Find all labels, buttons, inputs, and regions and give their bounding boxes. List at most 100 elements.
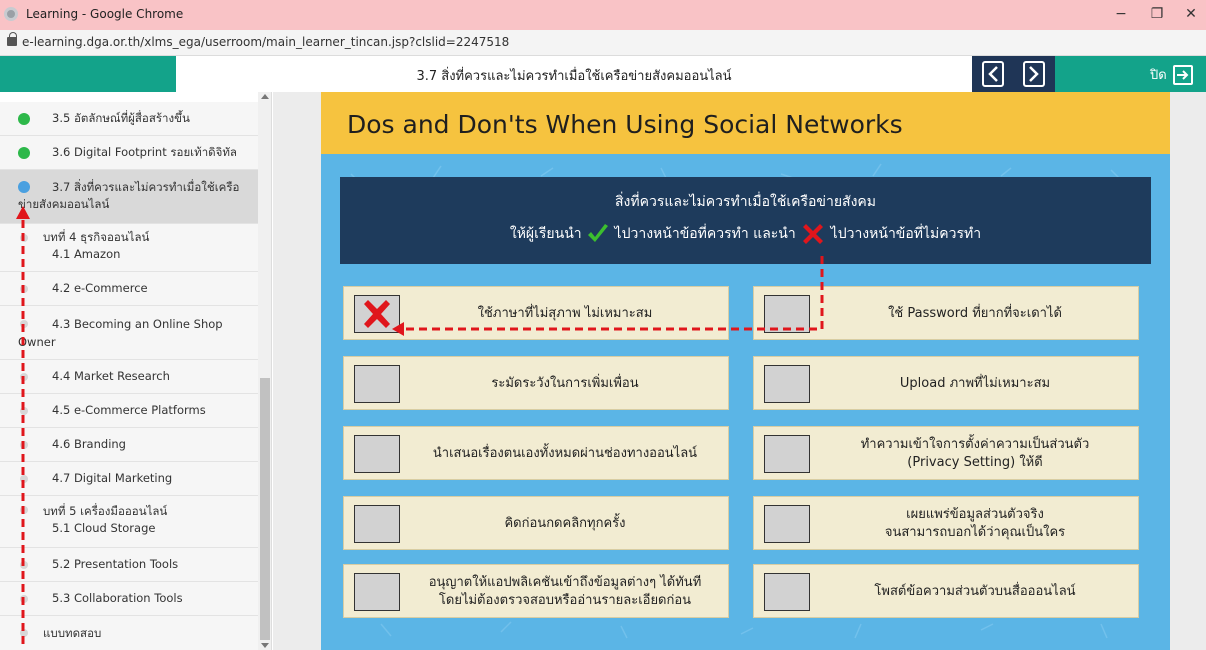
completed-status-icon: [18, 147, 30, 159]
drop-target-box[interactable]: [354, 295, 400, 333]
sidebar-item-4-7[interactable]: 4.7 Digital Marketing: [0, 462, 258, 496]
drop-target-box[interactable]: [764, 365, 810, 403]
statement-card[interactable]: อนุญาตให้แอปพลิเคชันเข้าถึงข้อมูลต่างๆ ไ…: [343, 564, 729, 618]
close-course-button[interactable]: ปิด: [1150, 64, 1193, 85]
statement-card[interactable]: คิดก่อนกดคลิกทุกครั้ง: [343, 496, 729, 550]
sidebar-item-label: 3.5 อัตลักษณ์ที่ผู้สื่อสร้างขึ้น: [52, 111, 190, 125]
statement-card[interactable]: ใช้ภาษาที่ไม่สุภาพ ไม่เหมาะสม: [343, 286, 729, 340]
statement-card[interactable]: เผยแพร่ข้อมูลส่วนตัวจริง จนสามารถบอกได้ว…: [753, 496, 1139, 550]
pending-status-icon: [20, 373, 28, 381]
restore-button[interactable]: ❐: [1146, 5, 1168, 23]
sidebar-item-label: แบบทดสอบ: [43, 626, 102, 640]
sidebar-item-label-line2: Owner: [18, 335, 56, 349]
scroll-up-icon[interactable]: [261, 94, 269, 99]
sidebar-item-label-line2: 4.1 Amazon: [52, 247, 121, 261]
check-mark-icon[interactable]: [586, 222, 610, 246]
sidebar-item-4-4[interactable]: 4.4 Market Research: [0, 360, 258, 394]
sidebar-item-3-7[interactable]: 3.7 สิ่งที่ควรและไม่ควรทำเมื่อใช้เครือ ข…: [0, 170, 258, 224]
sidebar-item-label: บทที่ 4 ธุรกิจออนไลน์: [43, 230, 150, 244]
statement-line-2: โดยไม่ต้องตรวจสอบหรืออ่านรายละเอียดก่อน: [438, 593, 692, 608]
sidebar-chapter-5[interactable]: บทที่ 5 เครื่องมือออนไลน์ 5.1 Cloud Stor…: [0, 496, 258, 548]
course-header: 3.7 สิ่งที่ควรและไม่ควรทำเมื่อใช้เครือข่…: [0, 56, 1206, 92]
drop-target-box[interactable]: [354, 573, 400, 611]
minimize-button[interactable]: −: [1110, 5, 1132, 23]
next-lesson-button[interactable]: [1023, 61, 1046, 87]
lock-icon: [7, 32, 17, 46]
sidebar-scrollbar[interactable]: [258, 92, 271, 650]
sidebar-item-5-2[interactable]: 5.2 Presentation Tools: [0, 548, 258, 582]
scrollbar-thumb[interactable]: [260, 378, 270, 640]
sidebar-item-quiz[interactable]: แบบทดสอบ: [0, 616, 258, 650]
drop-target-box[interactable]: [354, 435, 400, 473]
statement-text: ระมัดระวังในการเพิ่มเพื่อน: [491, 376, 639, 391]
sidebar-item-4-2[interactable]: 4.2 e-Commerce: [0, 272, 258, 306]
statement-card[interactable]: ทำความเข้าใจการตั้งค่าความเป็นส่วนตัว (P…: [753, 426, 1139, 480]
statement-line-2: (Privacy Setting) ให้ดี: [907, 455, 1043, 470]
statement-text: คิดก่อนกดคลิกทุกครั้ง: [504, 516, 626, 531]
instruction-panel: สิ่งที่ควรและไม่ควรทำเมื่อใช้เครือข่ายสั…: [340, 177, 1151, 264]
statement-card[interactable]: Upload ภาพที่ไม่เหมาะสม: [753, 356, 1139, 410]
statement-card[interactable]: นำเสนอเรื่องตนเองทั้งหมดผ่านช่องทางออนไล…: [343, 426, 729, 480]
drop-target-box[interactable]: [764, 435, 810, 473]
sidebar-item-label: บทที่ 5 เครื่องมือออนไลน์: [43, 504, 168, 518]
url-text[interactable]: e-learning.dga.or.th/xlms_ega/userroom/m…: [22, 35, 509, 49]
close-course-label: ปิด: [1150, 68, 1167, 83]
scroll-down-icon[interactable]: [261, 643, 269, 648]
statement-card[interactable]: ระมัดระวังในการเพิ่มเพื่อน: [343, 356, 729, 410]
sidebar-item-3-5[interactable]: 3.5 อัตลักษณ์ที่ผู้สื่อสร้างขึ้น: [0, 102, 258, 136]
content-area: Dos and Don'ts When Using Social Network…: [273, 92, 1206, 650]
pending-status-icon: [20, 629, 28, 637]
sidebar-item-3-6[interactable]: 3.6 Digital Footprint รอยเท้าดิจิทัล: [0, 136, 258, 170]
drop-target-box[interactable]: [764, 573, 810, 611]
sidebar-item-5-3[interactable]: 5.3 Collaboration Tools: [0, 582, 258, 616]
sidebar-item-label: 5.2 Presentation Tools: [52, 557, 179, 571]
pending-status-icon: [20, 561, 28, 569]
x-mark-icon[interactable]: [800, 221, 826, 247]
statement-text: ใช้ภาษาที่ไม่สุภาพ ไม่เหมาะสม: [477, 306, 653, 321]
sidebar-item-4-6[interactable]: 4.6 Branding: [0, 428, 258, 462]
sidebar-item-label: 3.7 สิ่งที่ควรและไม่ควรทำเมื่อใช้เครือ: [52, 180, 240, 194]
instruction-part-1: ให้ผู้เรียนนำ: [509, 226, 582, 242]
activity-slide: Dos and Don'ts When Using Social Network…: [321, 92, 1170, 650]
pending-status-icon: [20, 320, 28, 328]
window-titlebar: Learning - Google Chrome − ❐ ✕: [0, 0, 1206, 30]
sidebar-item-label: 5.3 Collaboration Tools: [52, 591, 183, 605]
window-title: Learning - Google Chrome: [26, 7, 184, 21]
sidebar-item-label: 4.5 e-Commerce Platforms: [52, 403, 206, 417]
current-status-icon: [18, 181, 30, 193]
pending-status-icon: [20, 441, 28, 449]
statement-text: ทำความเข้าใจการตั้งค่าความเป็นส่วนตัว (P…: [820, 427, 1130, 481]
drop-target-box[interactable]: [764, 295, 810, 333]
sidebar-item-label: 3.6 Digital Footprint รอยเท้าดิจิทัล: [52, 145, 237, 159]
pending-status-icon: [20, 595, 28, 603]
instruction-text: ให้ผู้เรียนนำ ไปวางหน้าข้อที่ควรทำ และนำ…: [340, 221, 1151, 247]
sidebar-item-label-line2: 5.1 Cloud Storage: [52, 521, 156, 535]
prev-lesson-button[interactable]: [981, 61, 1004, 87]
sidebar-item-label-line2: ข่ายสังคมออนไลน์: [18, 197, 110, 211]
statement-card[interactable]: ใช้ Password ที่ยากที่จะเดาได้: [753, 286, 1139, 340]
drop-target-box[interactable]: [354, 505, 400, 543]
instruction-heading: สิ่งที่ควรและไม่ควรทำเมื่อใช้เครือข่ายสั…: [614, 194, 877, 210]
instruction-part-2: ไปวางหน้าข้อที่ควรทำ และนำ: [614, 226, 796, 242]
sidebar-chapter-4[interactable]: บทที่ 4 ธุรกิจออนไลน์ 4.1 Amazon: [0, 224, 258, 272]
close-window-button[interactable]: ✕: [1180, 5, 1202, 23]
lesson-title-bar: 3.7 สิ่งที่ควรและไม่ควรทำเมื่อใช้เครือข่…: [176, 56, 972, 92]
statement-text: โพสต์ข้อความส่วนตัวบนสื่อออนไลน์: [874, 584, 1076, 599]
statement-line-2: จนสามารถบอกได้ว่าคุณเป็นใคร: [884, 525, 1066, 540]
pending-status-icon: [20, 475, 28, 483]
instruction-part-3: ไปวางหน้าข้อที่ไม่ควรทำ: [830, 226, 982, 242]
x-mark-icon[interactable]: [360, 298, 394, 330]
sidebar-item-label: 4.3 Becoming an Online Shop: [52, 317, 223, 331]
lesson-title: 3.7 สิ่งที่ควรและไม่ควรทำเมื่อใช้เครือข่…: [416, 69, 732, 84]
drop-target-box[interactable]: [354, 365, 400, 403]
sidebar-item-label: 4.6 Branding: [52, 437, 126, 451]
sidebar-item-label: 4.7 Digital Marketing: [52, 471, 173, 485]
statement-card[interactable]: โพสต์ข้อความส่วนตัวบนสื่อออนไลน์: [753, 564, 1139, 618]
drop-target-box[interactable]: [764, 505, 810, 543]
address-bar[interactable]: e-learning.dga.or.th/xlms_ega/userroom/m…: [0, 30, 1206, 56]
sidebar-item-4-5[interactable]: 4.5 e-Commerce Platforms: [0, 394, 258, 428]
sidebar-item-label: 4.4 Market Research: [52, 369, 170, 383]
lesson-sidebar: 3.5 อัตลักษณ์ที่ผู้สื่อสร้างขึ้น 3.6 Dig…: [0, 92, 272, 650]
sidebar-item-4-3[interactable]: 4.3 Becoming an Online Shop Owner: [0, 306, 258, 360]
slide-title: Dos and Don'ts When Using Social Network…: [347, 110, 903, 139]
